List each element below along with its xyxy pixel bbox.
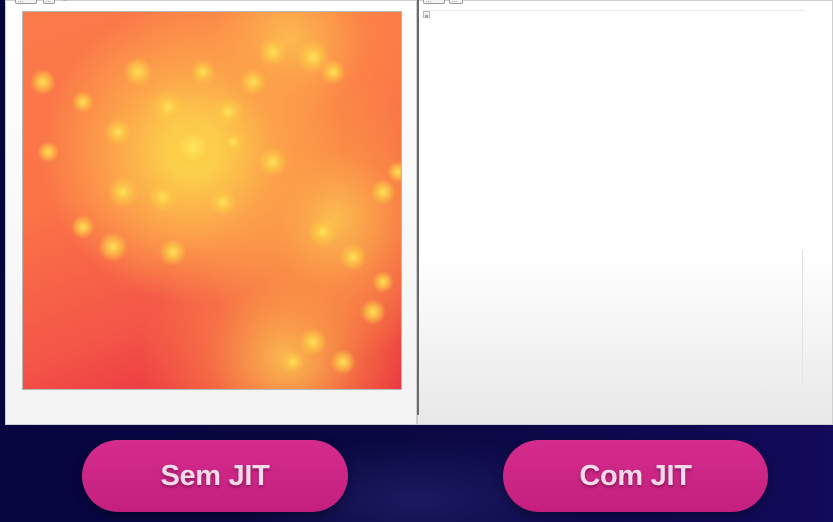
fractal-branch bbox=[299, 328, 327, 356]
toolbar-button[interactable]: ... bbox=[449, 0, 463, 4]
toolbar-button[interactable]: ... bbox=[43, 0, 55, 4]
fractal-branch bbox=[159, 238, 187, 266]
fractal-branch bbox=[148, 182, 178, 212]
pane-divider[interactable] bbox=[417, 0, 419, 415]
fractal-branch bbox=[107, 176, 139, 208]
fractal-branch bbox=[163, 117, 223, 177]
fractal-branch bbox=[360, 299, 386, 325]
fractal-branch bbox=[320, 59, 346, 85]
toolbar-input[interactable]: ... bbox=[423, 0, 445, 4]
fractal-branch bbox=[71, 215, 95, 239]
fractal-branch bbox=[308, 217, 338, 247]
pane-toolbar: ... ... bbox=[417, 0, 833, 6]
fractal-branch bbox=[239, 68, 267, 96]
fractal-branch bbox=[209, 188, 237, 216]
toolbar-separator bbox=[423, 10, 805, 11]
fractal-branch bbox=[104, 118, 132, 146]
fractal-branch bbox=[387, 161, 401, 183]
fractal-branch bbox=[258, 147, 288, 177]
fractal-branch bbox=[372, 271, 394, 293]
fractal-branch bbox=[98, 232, 128, 262]
fractal-canvas bbox=[22, 11, 402, 390]
fractal-branch bbox=[37, 141, 59, 163]
fractal-branch bbox=[72, 91, 94, 113]
fractal-branch bbox=[282, 351, 304, 373]
frame-edge bbox=[802, 250, 803, 385]
label-without-jit-text: Sem JIT bbox=[160, 459, 270, 492]
fractal-branch bbox=[212, 96, 244, 128]
browser-pane-with-jit: ... ... bbox=[417, 0, 833, 425]
broken-image-icon bbox=[423, 11, 430, 18]
fractal-branch bbox=[330, 349, 356, 375]
fractal-branch bbox=[151, 90, 185, 124]
fractal-branch bbox=[258, 37, 288, 67]
fractal-branch bbox=[190, 59, 216, 85]
toolbar-caption: ... bbox=[62, 0, 68, 3]
toolbar-input[interactable]: ... bbox=[15, 0, 37, 4]
label-without-jit: Sem JIT bbox=[82, 440, 348, 512]
label-with-jit: Com JIT bbox=[503, 440, 768, 512]
pane-toolbar: ... ... ... bbox=[5, 0, 417, 6]
fractal-branch bbox=[123, 57, 153, 87]
browser-pane-without-jit: ... ... ... bbox=[5, 0, 417, 425]
fractal-branch bbox=[221, 130, 245, 154]
label-with-jit-text: Com JIT bbox=[579, 459, 692, 492]
fractal-branch bbox=[30, 69, 56, 95]
fractal-branch bbox=[339, 243, 367, 271]
fractal-branch bbox=[370, 179, 396, 205]
